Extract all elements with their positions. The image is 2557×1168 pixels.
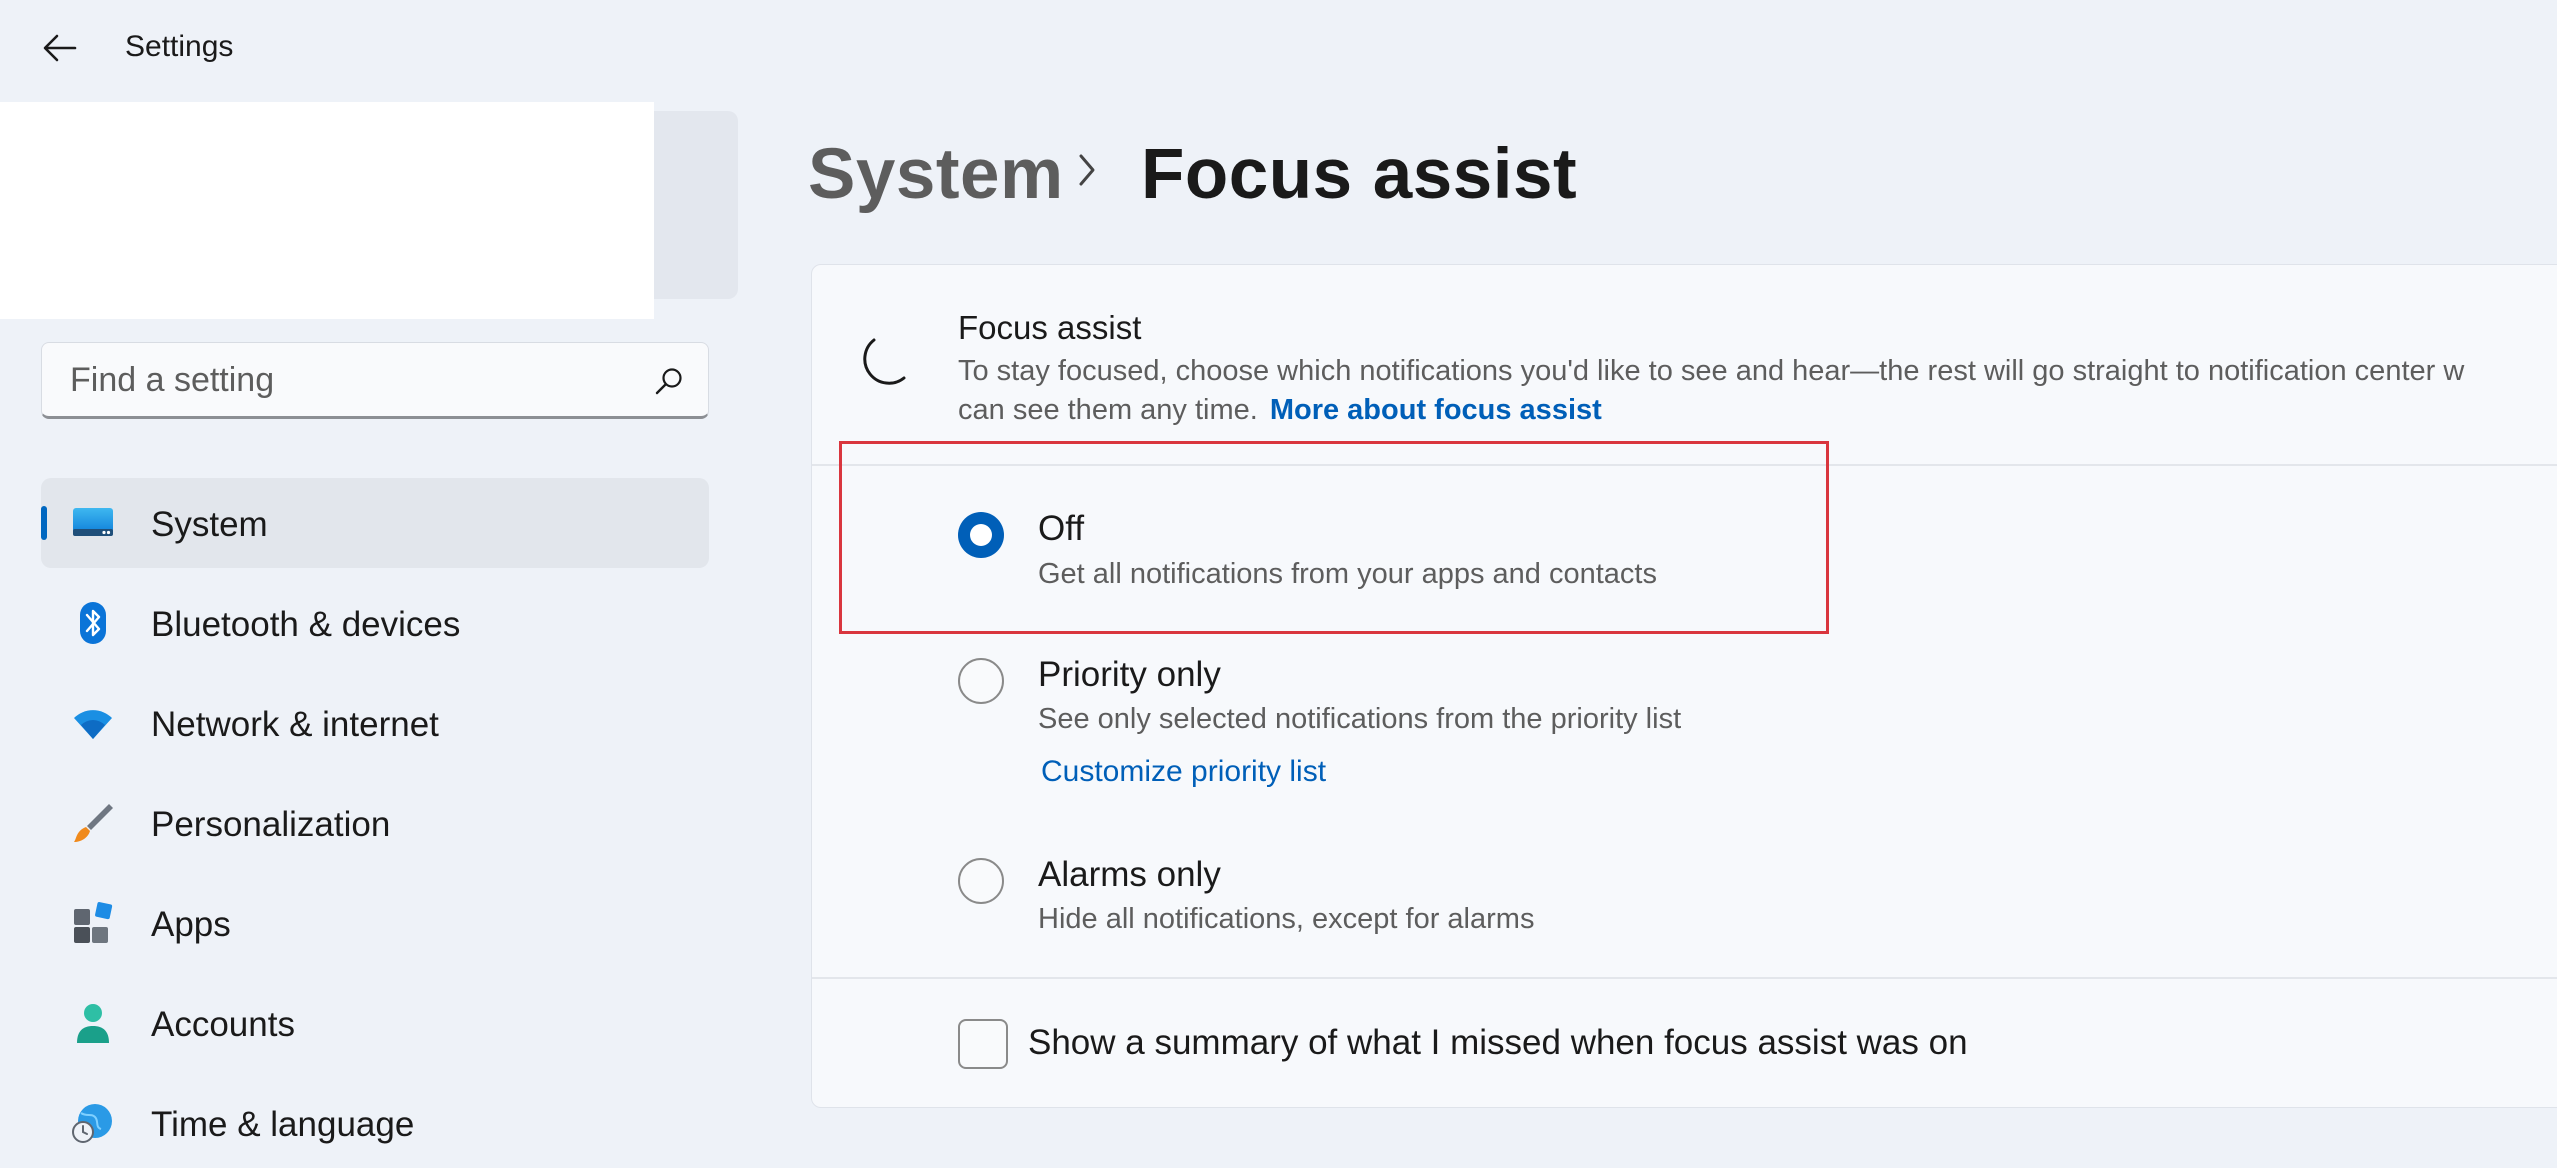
selection-indicator bbox=[41, 506, 47, 540]
breadcrumb-parent[interactable]: System bbox=[808, 134, 1064, 215]
back-arrow-icon bbox=[43, 34, 77, 62]
paintbrush-icon bbox=[74, 804, 113, 842]
option-alarms-only-description: Hide all notifications, except for alarm… bbox=[1038, 903, 1535, 935]
back-button[interactable] bbox=[24, 22, 96, 74]
summary-checkbox[interactable] bbox=[958, 1019, 1008, 1069]
description-line: To stay focused, choose which notificati… bbox=[958, 355, 2465, 387]
sidebar-item-label: Network & internet bbox=[151, 705, 439, 744]
page-title: Focus assist bbox=[1141, 135, 1578, 214]
account-card-edge bbox=[654, 111, 738, 299]
sidebar-item-bluetooth[interactable]: Bluetooth & devices bbox=[41, 578, 709, 668]
search-box[interactable] bbox=[41, 342, 709, 419]
divider bbox=[812, 977, 2557, 979]
sidebar-item-network[interactable]: Network & internet bbox=[41, 678, 709, 768]
sidebar-item-time-language[interactable]: Time & language bbox=[41, 1078, 709, 1168]
sidebar-item-accounts[interactable]: Accounts bbox=[41, 978, 709, 1068]
sidebar-item-system[interactable]: System bbox=[41, 478, 709, 568]
sidebar-item-label: Apps bbox=[151, 905, 231, 944]
focus-assist-title: Focus assist bbox=[958, 309, 1142, 346]
search-icon[interactable] bbox=[654, 366, 684, 396]
more-about-focus-assist-link[interactable]: More about focus assist bbox=[1270, 394, 1602, 426]
radio-alarms-only[interactable] bbox=[958, 858, 1004, 904]
option-priority-only-description: See only selected notifications from the… bbox=[1038, 703, 1682, 735]
customize-priority-list-link[interactable]: Customize priority list bbox=[1041, 755, 1326, 789]
sidebar-item-label: System bbox=[151, 505, 268, 544]
description-text: can see them any time. bbox=[958, 394, 1258, 426]
option-alarms-only-title: Alarms only bbox=[1038, 855, 1221, 894]
sidebar-item-label: Time & language bbox=[151, 1105, 415, 1144]
system-display-icon bbox=[73, 508, 113, 536]
sidebar-item-apps[interactable]: Apps bbox=[41, 878, 709, 968]
moon-icon bbox=[863, 338, 906, 385]
sidebar-item-label: Bluetooth & devices bbox=[151, 605, 461, 644]
highlight-box bbox=[839, 441, 1829, 634]
wifi-icon bbox=[74, 710, 112, 739]
bluetooth-icon bbox=[80, 602, 106, 644]
radio-priority-only[interactable] bbox=[958, 658, 1004, 704]
account-card[interactable] bbox=[0, 102, 654, 319]
description-line-2: can see them any time. More about focus a… bbox=[958, 391, 2557, 430]
apps-icon bbox=[74, 902, 113, 943]
sidebar-item-label: Accounts bbox=[151, 1005, 295, 1044]
search-input[interactable] bbox=[68, 359, 632, 401]
chevron-right-icon bbox=[1079, 154, 1095, 186]
sidebar-item-personalization[interactable]: Personalization bbox=[41, 778, 709, 868]
sidebar-item-label: Personalization bbox=[151, 805, 391, 844]
option-priority-only-title: Priority only bbox=[1038, 655, 1221, 694]
window-title: Settings bbox=[125, 30, 234, 63]
person-icon bbox=[77, 1004, 109, 1043]
focus-assist-description: To stay focused, choose which notificati… bbox=[958, 352, 2557, 430]
summary-checkbox-label[interactable]: Show a summary of what I missed when foc… bbox=[1028, 1023, 1968, 1063]
globe-clock-icon bbox=[72, 1104, 112, 1143]
